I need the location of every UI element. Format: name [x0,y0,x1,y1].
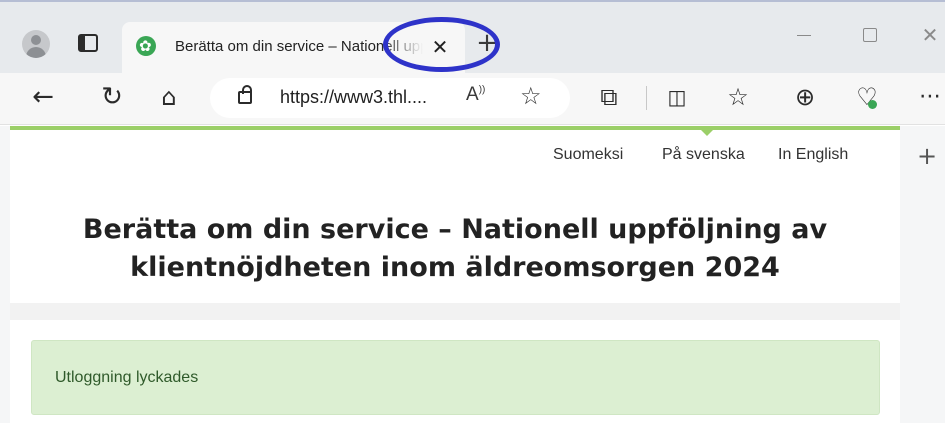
read-aloud-icon[interactable]: A)) [466,84,485,106]
tab-actions-menu-icon[interactable] [78,34,98,52]
active-tab[interactable]: Berätta om din service – Nationell uppfö… [122,22,465,73]
lock-icon[interactable] [238,85,252,104]
health-status-dot [868,100,877,109]
window-minimize-button[interactable] [789,24,819,46]
language-link-english[interactable]: In English [778,146,848,164]
more-menu-icon[interactable]: ⋯ [915,82,945,112]
language-link-swedish[interactable]: På svenska [662,146,745,164]
collections-icon[interactable]: ⊕ [790,82,820,112]
toolbar-divider [646,86,647,110]
extensions-icon[interactable]: ⧉ [594,82,624,112]
language-link-finnish[interactable]: Suomeksi [553,146,623,164]
add-favorite-star-icon[interactable]: ☆ [520,82,542,110]
back-button[interactable]: ← [28,82,58,112]
sidebar-add-icon[interactable]: + [917,142,937,170]
accent-top-line [10,126,900,130]
profile-avatar-icon[interactable] [22,30,50,58]
reload-button[interactable]: ↻ [97,82,127,112]
favorites-icon[interactable]: ☆ [723,82,753,112]
site-favicon-icon [136,36,156,56]
profile-head [31,35,41,45]
logout-success-alert: Utloggning lyckades [31,340,880,415]
window-close-button[interactable]: ✕ [915,24,945,46]
address-url[interactable]: https://www3.thl.... [280,87,427,108]
accent-notch [700,129,714,136]
window-maximize-button[interactable] [855,24,885,46]
page-title: Berätta om din service – Nationell uppfö… [82,214,828,283]
browser-essentials-icon[interactable]: ♡ [852,82,882,112]
split-screen-icon[interactable]: ◫ [662,82,692,112]
new-tab-button[interactable]: + [475,30,499,56]
read-aloud-glyph: A [466,84,479,105]
tab-strip: Berätta om din service – Nationell uppfö… [0,0,945,73]
tab-close-icon[interactable]: ✕ [428,35,452,59]
home-button[interactable]: ⌂ [154,82,184,112]
alert-message: Utloggning lyckades [55,369,199,386]
section-divider [10,303,900,320]
tab-title: Berätta om din service – Nationell uppfö… [175,38,423,55]
profile-shoulders [26,47,46,58]
